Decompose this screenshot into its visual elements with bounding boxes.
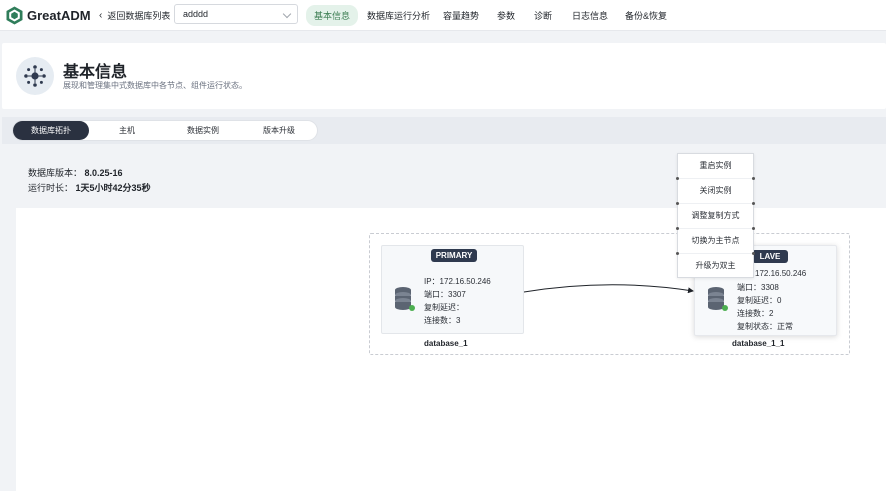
slave-connections: 连接数：2 [737, 309, 774, 318]
primary-port: 端口：3307 [424, 290, 466, 299]
menu-corner-dot [752, 252, 755, 255]
primary-role-badge: PRIMARY [431, 249, 477, 262]
primary-node-name: database_1 [424, 339, 468, 348]
subtab-data-instances[interactable]: 数据实例 [173, 121, 233, 140]
status-online-dot [722, 305, 728, 311]
database-icon [708, 287, 728, 311]
menu-item-stop-instance[interactable]: 关闭实例 [678, 179, 753, 204]
menu-item-upgrade-dual-master[interactable]: 升级为双主 [678, 254, 753, 279]
back-to-db-list-link[interactable]: ‹ 返回数据库列表 [99, 9, 170, 22]
tab-backup-restore[interactable]: 备份&恢复 [625, 9, 667, 22]
node-context-menu: 重启实例 关闭实例 调整复制方式 切换为主节点 升级为双主 [677, 153, 754, 278]
subtab-hosts[interactable]: 主机 [99, 121, 155, 140]
chevron-left-icon: ‹ [99, 10, 103, 21]
db-version-value: 8.0.25-16 [84, 168, 123, 178]
subtabs-group: 数据库拓扑 主机 数据实例 版本升级 [12, 120, 318, 141]
slave-repl-status: 复制状态：正常 [737, 322, 793, 331]
menu-corner-dot [676, 227, 679, 230]
menu-corner-dot [752, 227, 755, 230]
menu-item-switch-to-primary[interactable]: 切换为主节点 [678, 229, 753, 254]
slave-port: 端口：3308 [737, 283, 779, 292]
tab-basic-info[interactable]: 基本信息 [306, 5, 359, 26]
back-link-label: 返回数据库列表 [107, 11, 171, 21]
uptime-value: 1天5小时42分35秒 [75, 183, 151, 193]
page-title: 基本信息 [63, 64, 128, 81]
primary-ip: IP：172.16.50.246 [424, 277, 491, 286]
primary-repl-delay: 复制延迟： [424, 303, 464, 312]
menu-corner-dot [752, 202, 755, 205]
db-version-info: 数据库版本： 8.0.25-16 [28, 166, 123, 179]
chevron-down-icon [282, 9, 292, 19]
db-version-label: 数据库版本： [28, 168, 83, 178]
uptime-label: 运行时长： [28, 183, 74, 193]
subtab-db-topology[interactable]: 数据库拓扑 [13, 121, 89, 140]
slave-repl-delay: 复制延迟：0 [737, 296, 782, 305]
slave-node-name: database_1_1 [732, 339, 785, 348]
database-icon [395, 287, 415, 311]
brand-name: GreatADM [27, 8, 91, 23]
menu-item-restart-instance[interactable]: 重启实例 [678, 154, 753, 179]
slave-role-badge: LAVE [752, 250, 788, 263]
menu-corner-dot [752, 177, 755, 180]
uptime-info: 运行时长： 1天5小时42分35秒 [28, 181, 151, 194]
tab-capacity-trend[interactable]: 容量趋势 [443, 9, 479, 22]
top-navbar: GreatADM ‹ 返回数据库列表 adddd 基本信息 数据库运行分析 容量… [0, 0, 886, 31]
tab-db-run-analysis[interactable]: 数据库运行分析 [367, 9, 430, 22]
subtabs-bar: 数据库拓扑 主机 数据实例 版本升级 [2, 117, 886, 144]
subtab-version-upgrade[interactable]: 版本升级 [249, 121, 309, 140]
menu-corner-dot [676, 252, 679, 255]
menu-corner-dot [676, 177, 679, 180]
tab-log-info[interactable]: 日志信息 [572, 9, 608, 22]
page-description: 展现和管理集中式数据库中各节点、组件运行状态。 [63, 81, 247, 90]
topology-icon [16, 57, 54, 95]
tab-parameters[interactable]: 参数 [497, 9, 515, 22]
greatadm-logo-icon [6, 6, 23, 25]
menu-item-adjust-replication[interactable]: 调整复制方式 [678, 204, 753, 229]
primary-connections: 连接数：3 [424, 316, 461, 325]
menu-corner-dot [676, 202, 679, 205]
slave-ip: 172.16.50.246 [755, 269, 807, 278]
page-header-card: 基本信息 展现和管理集中式数据库中各节点、组件运行状态。 [2, 43, 886, 109]
status-online-dot [409, 305, 415, 311]
tab-diagnosis[interactable]: 诊断 [534, 9, 552, 22]
database-select[interactable]: adddd [174, 4, 298, 24]
database-select-value: adddd [183, 9, 209, 19]
